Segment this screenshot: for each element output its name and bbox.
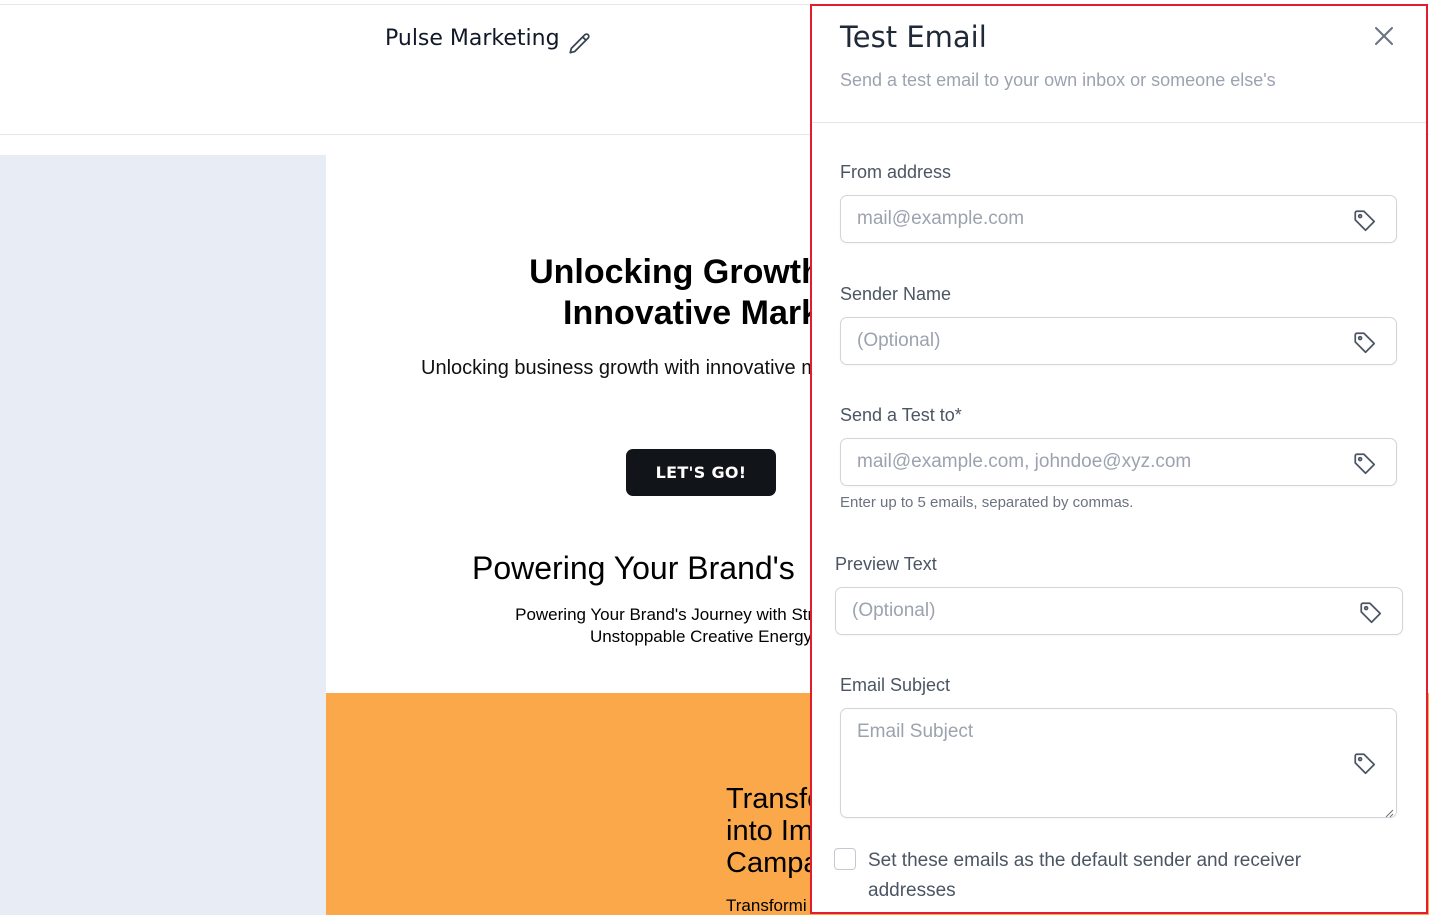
cta-button[interactable]: LET'S GO! [626,449,776,496]
tag-icon[interactable] [1358,600,1384,626]
send-test-to-field-box [840,438,1397,486]
pencil-icon[interactable] [567,31,593,57]
section-heading: Powering Your Brand's [472,550,795,586]
email-subject-field-box [840,708,1397,818]
send-test-to-label: Send a Test to* [840,405,962,425]
preview-text-field-box [835,587,1403,635]
sender-name-field-box [840,317,1397,365]
resize-handle-icon[interactable] [1384,805,1394,818]
orange-heading-line3: Campa [726,847,820,879]
email-subject-textarea[interactable] [857,721,1337,801]
tag-icon[interactable] [1352,330,1378,356]
drawer-divider [812,122,1426,123]
hero-subtext: Unlocking business growth with innovativ… [421,357,818,379]
orange-heading-line2: into Im [726,815,814,847]
send-test-to-hint: Enter up to 5 emails, separated by comma… [840,494,1134,511]
default-addresses-label[interactable]: Set these emails as the default sender a… [868,846,1368,906]
from-address-label: From address [840,162,952,182]
tag-icon[interactable] [1352,451,1378,477]
tag-icon[interactable] [1352,751,1378,777]
drawer-subtitle: Send a test email to your own inbox or s… [840,70,1276,90]
close-icon[interactable] [1372,24,1396,48]
document-title: Pulse Marketing [385,26,560,51]
sender-name-input[interactable] [857,318,1337,364]
from-address-field-box [840,195,1397,243]
test-email-drawer: Test Email Send a test email to your own… [810,4,1428,914]
drawer-title: Test Email [840,20,987,54]
sender-name-label: Sender Name [840,284,952,304]
orange-heading-line1: Transfo [726,783,824,815]
from-address-input[interactable] [857,196,1337,242]
email-subject-label: Email Subject [840,675,951,695]
preview-text-label: Preview Text [835,554,937,574]
orange-text: Transformi [726,896,807,915]
default-addresses-checkbox[interactable] [834,848,856,870]
preview-text-input[interactable] [852,588,1332,634]
send-test-to-input[interactable] [857,439,1337,485]
tag-icon[interactable] [1352,208,1378,234]
